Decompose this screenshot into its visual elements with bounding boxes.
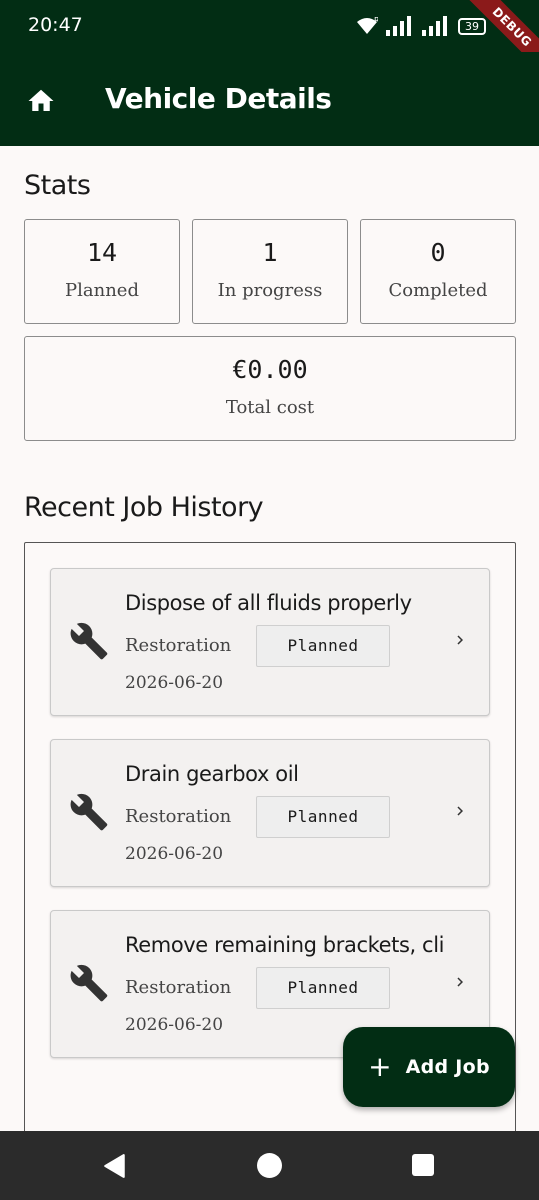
add-job-label: Add Job — [405, 1056, 490, 1078]
app-bar: Vehicle Details — [0, 52, 539, 146]
battery-icon: 39 — [458, 17, 486, 35]
stat-in-progress-value: 1 — [262, 238, 278, 267]
add-job-button[interactable]: + Add Job — [343, 1027, 515, 1107]
chevron-right-icon — [457, 977, 463, 987]
status-badge: Planned — [256, 967, 390, 1009]
stat-planned-label: Planned — [65, 280, 139, 301]
signal-icon-2 — [422, 16, 447, 36]
wrench-icon — [70, 622, 108, 660]
svg-text:R: R — [374, 17, 378, 25]
recents-icon[interactable] — [412, 1154, 434, 1176]
job-title: Remove remaining brackets, cli... — [125, 933, 445, 957]
stat-planned: 14 Planned — [24, 219, 180, 324]
wrench-icon — [70, 793, 108, 831]
back-icon[interactable] — [102, 1153, 128, 1179]
home-icon[interactable] — [26, 86, 56, 116]
chevron-right-icon — [457, 635, 463, 645]
stat-completed: 0 Completed — [360, 219, 516, 324]
job-date: 2026-06-20 — [125, 844, 224, 864]
wifi-icon: R — [357, 17, 378, 34]
stat-planned-value: 14 — [86, 238, 118, 267]
job-title: Dispose of all fluids properly — [125, 591, 412, 615]
stat-completed-label: Completed — [388, 280, 488, 301]
job-card[interactable]: Dispose of all fluids properly Restorati… — [50, 568, 490, 716]
plus-icon: + — [368, 1050, 392, 1083]
job-card[interactable]: Drain gearbox oil Restoration Planned 20… — [50, 739, 490, 887]
system-nav-bar — [0, 1131, 539, 1200]
status-bar: 20:47 R 39 DEBUG — [0, 0, 539, 81]
stat-total-cost-label: Total cost — [225, 397, 315, 418]
wrench-icon — [70, 964, 108, 1002]
job-type: Restoration — [125, 806, 232, 827]
status-badge: Planned — [256, 796, 390, 838]
status-time: 20:47 — [28, 14, 83, 36]
job-type: Restoration — [125, 977, 232, 998]
stat-total-cost-value: €0.00 — [232, 355, 308, 384]
stats-title: Stats — [24, 170, 91, 201]
home-nav-icon[interactable] — [257, 1153, 282, 1178]
job-title: Drain gearbox oil — [125, 762, 299, 786]
signal-icon — [386, 16, 411, 36]
stat-in-progress: 1 In progress — [192, 219, 348, 324]
stat-total-cost: €0.00 Total cost — [24, 336, 516, 441]
job-type: Restoration — [125, 635, 232, 656]
screen: 20:47 R 39 DEBUG Vehicle Details Stats 1… — [0, 0, 539, 1200]
history-title: Recent Job History — [24, 492, 264, 523]
status-icons: R 39 — [356, 14, 486, 38]
page-title: Vehicle Details — [105, 82, 332, 115]
job-date: 2026-06-20 — [125, 673, 224, 693]
status-badge: Planned — [256, 625, 390, 667]
chevron-right-icon — [457, 806, 463, 816]
stat-in-progress-label: In progress — [217, 280, 323, 301]
stat-completed-value: 0 — [430, 238, 446, 267]
job-date: 2026-06-20 — [125, 1015, 224, 1035]
